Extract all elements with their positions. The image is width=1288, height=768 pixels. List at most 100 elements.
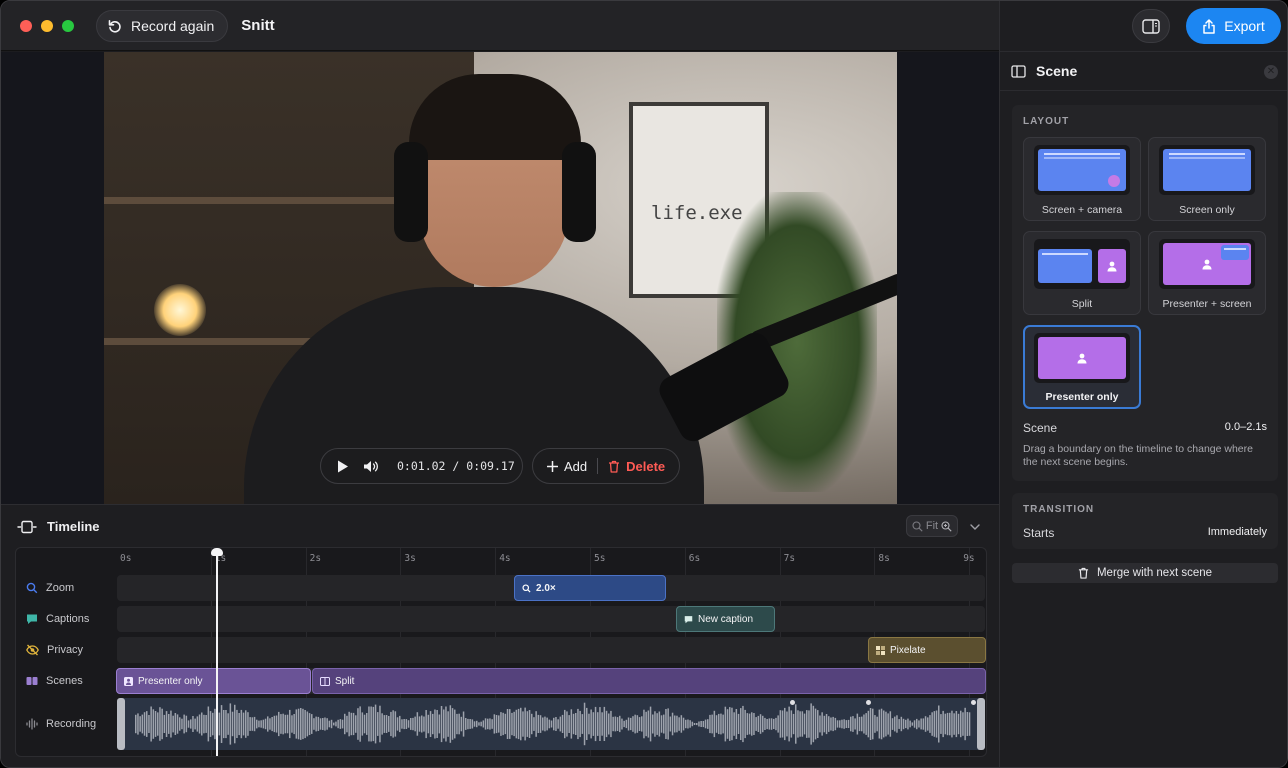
- marker-dot[interactable]: [971, 700, 976, 705]
- caption-clip[interactable]: New caption: [676, 606, 775, 632]
- layout-option-label: Presenter + screen: [1162, 298, 1252, 310]
- waveform-bar: [572, 713, 575, 735]
- waveform-bar: [696, 723, 698, 726]
- waveform-bar: [212, 712, 214, 736]
- waveform-bar: [264, 718, 267, 730]
- layout-option-split[interactable]: Split: [1023, 231, 1141, 315]
- waveform-bar: [949, 712, 951, 736]
- collapse-timeline-button[interactable]: [969, 519, 981, 537]
- transition-starts-row[interactable]: Starts Immediately: [1023, 526, 1267, 540]
- waveform-bar: [957, 713, 960, 735]
- marker-dot[interactable]: [790, 700, 795, 705]
- waveform-bar: [480, 721, 482, 727]
- plus-icon: [547, 460, 558, 472]
- waveform-bar: [568, 715, 570, 733]
- layout-option-presenter-only[interactable]: Presenter only: [1023, 325, 1141, 409]
- scene-clip-presenter-only[interactable]: Presenter only: [116, 668, 311, 694]
- add-button[interactable]: Add: [547, 459, 587, 474]
- layout-option-screen-only[interactable]: Screen only: [1148, 137, 1266, 221]
- waveform-bar: [489, 718, 491, 730]
- waveform-bar: [753, 713, 755, 735]
- zoom-window-button[interactable]: [62, 19, 74, 32]
- waveform-bar: [434, 709, 436, 739]
- record-again-button[interactable]: Record again: [96, 9, 229, 42]
- waveform-bar: [370, 706, 372, 742]
- waveform-bar: [414, 716, 416, 732]
- merge-scene-button[interactable]: Merge with next scene: [1012, 563, 1278, 583]
- screen-lines: [1224, 248, 1246, 250]
- waveform-bar: [407, 720, 410, 728]
- export-button[interactable]: Export: [1186, 8, 1281, 44]
- marker-dot[interactable]: [866, 700, 871, 705]
- trim-handle-start[interactable]: [117, 698, 125, 750]
- waveform-bar: [715, 715, 718, 733]
- video-preview[interactable]: life.exe: [104, 52, 897, 504]
- scene-clip-label: Presenter only: [138, 675, 203, 687]
- waveform-bar: [377, 712, 379, 736]
- waveform-bar: [451, 708, 454, 740]
- waveform-bar: [148, 715, 150, 733]
- waveform-bar: [135, 714, 137, 734]
- trash-icon: [1078, 567, 1089, 579]
- waveform-bar: [311, 714, 313, 734]
- waveform-bar: [924, 716, 927, 732]
- starts-value[interactable]: Immediately: [1208, 526, 1267, 540]
- add-label: Add: [564, 458, 588, 474]
- waveform-bar: [528, 710, 531, 738]
- waveform-bar: [339, 719, 342, 729]
- privacy-clip[interactable]: Pixelate: [868, 637, 986, 663]
- close-window-button[interactable]: [20, 19, 32, 32]
- playback-controls: 0:01.02 / 0:09.17: [320, 448, 523, 484]
- delete-button[interactable]: Delete: [608, 459, 665, 474]
- volume-icon[interactable]: [363, 460, 379, 473]
- minimize-window-button[interactable]: [41, 19, 53, 32]
- privacy-track[interactable]: Pixelate: [117, 637, 986, 663]
- scene-range-label: Scene: [1023, 421, 1058, 435]
- waveform-bar: [194, 718, 196, 730]
- layout-option-presenter-screen[interactable]: Presenter + screen: [1148, 231, 1266, 315]
- layout-thumbnail: [1159, 145, 1255, 195]
- play-icon[interactable]: [337, 460, 349, 473]
- screen-lines: [1044, 157, 1120, 159]
- zoom-track[interactable]: 2.0×: [117, 575, 985, 601]
- captions-track[interactable]: New caption: [117, 606, 985, 632]
- waveform-bar: [935, 710, 938, 738]
- waveform-bar: [427, 714, 430, 734]
- waveform-bar: [231, 711, 234, 737]
- waveform-bar: [295, 709, 298, 739]
- waveform-bar: [671, 712, 674, 736]
- waveform-bar: [187, 720, 190, 728]
- waveform-bar: [768, 718, 771, 730]
- waveform-bar: [192, 716, 194, 732]
- waveform-bar: [940, 714, 942, 734]
- scenes-track[interactable]: Presenter only Split: [116, 668, 986, 694]
- close-icon[interactable]: ✕: [1264, 65, 1278, 79]
- trim-handle-end[interactable]: [977, 698, 985, 750]
- waveform-bar: [828, 716, 830, 732]
- waveform-bar: [751, 712, 753, 736]
- waveform-bar: [929, 715, 931, 733]
- waveform-bar: [390, 711, 392, 737]
- layout-thumbnail: [1034, 333, 1130, 383]
- waveform-bar: [506, 709, 509, 739]
- scene-clip-split[interactable]: Split: [312, 668, 986, 694]
- playhead[interactable]: [216, 552, 218, 756]
- time-ruler[interactable]: 0s 1s 2s 3s 4s 5s 6s 7s 8s 9s: [116, 548, 986, 572]
- waveform-bar: [227, 713, 229, 735]
- toggle-sidebar-button[interactable]: [1132, 9, 1170, 43]
- waveform-bar: [726, 709, 729, 739]
- track-name: Captions: [46, 613, 90, 625]
- layout-option-screen-camera[interactable]: Screen + camera: [1023, 137, 1141, 221]
- waveform-bar: [777, 715, 779, 733]
- waveform-bar: [656, 713, 658, 735]
- ruler-tick-label: 0s: [120, 553, 132, 564]
- split-layout-icon: [320, 676, 330, 686]
- waveform-bar: [843, 719, 845, 729]
- waveform-bar: [909, 720, 911, 728]
- waveform-bar: [520, 707, 522, 741]
- fit-zoom-button[interactable]: Fit: [906, 515, 958, 537]
- waveform-bar: [267, 716, 269, 732]
- zoom-clip[interactable]: 2.0×: [514, 575, 666, 601]
- delete-label: Delete: [626, 458, 666, 474]
- recording-track[interactable]: [117, 698, 985, 750]
